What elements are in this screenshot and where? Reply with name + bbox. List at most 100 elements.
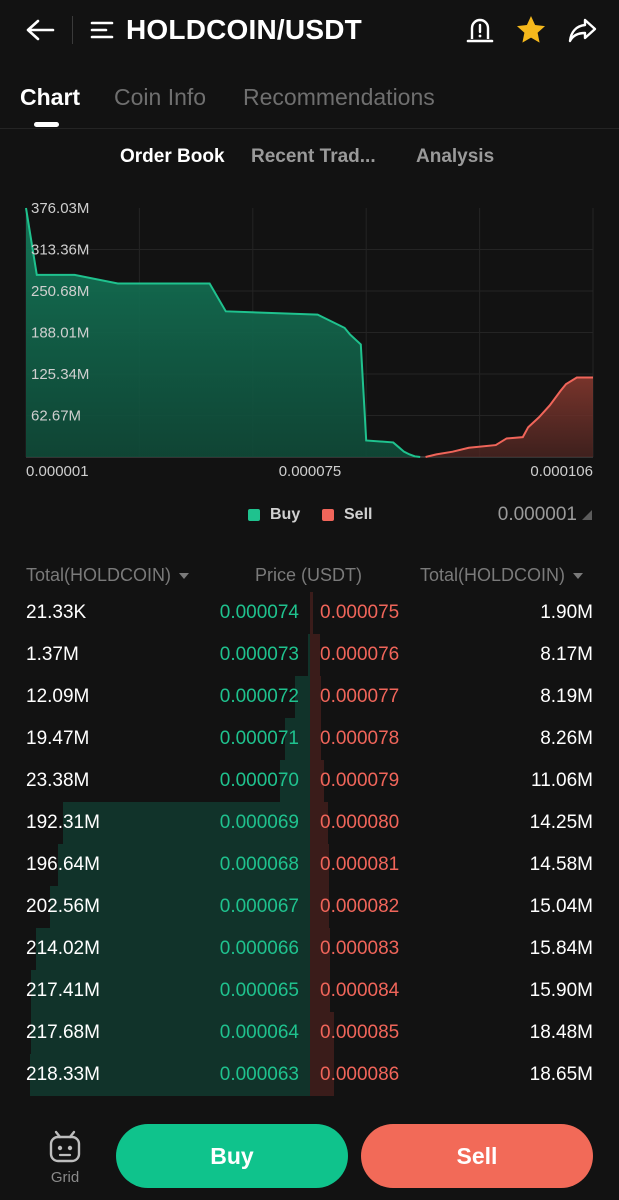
ask-qty-cell: 8.26M xyxy=(540,728,593,749)
ask-depth-bar xyxy=(310,634,321,676)
y-tick-label: 313.36M xyxy=(31,241,89,258)
price-header: Price (USDT) xyxy=(255,565,362,585)
ask-price-cell: 0.000079 xyxy=(320,770,400,791)
caret-down-icon xyxy=(582,510,592,520)
header-bar: HOLDCOIN/USDT xyxy=(0,0,619,60)
x-tick-label: 0.000075 xyxy=(279,463,342,480)
buy-legend-swatch xyxy=(248,509,260,521)
ask-price-cell: 0.000075 xyxy=(320,602,400,623)
order-book-row[interactable]: 217.68M 0.000064 0.000085 18.48M xyxy=(0,1012,619,1054)
ask-price-cell: 0.000077 xyxy=(320,686,400,707)
order-book-row[interactable]: 21.33K 0.000074 0.000075 1.90M xyxy=(0,592,619,634)
ask-price-cell: 0.000080 xyxy=(320,812,400,833)
bid-price-cell: 0.000065 xyxy=(219,980,299,1001)
tabs-divider xyxy=(0,128,619,129)
bid-qty-cell: 218.33M xyxy=(26,1064,100,1085)
order-book-row[interactable]: 1.37M 0.000073 0.000076 8.17M xyxy=(0,634,619,676)
pair-title[interactable]: HOLDCOIN/USDT xyxy=(126,12,362,48)
ask-price-cell: 0.000083 xyxy=(320,938,400,959)
ask-qty-cell: 14.58M xyxy=(529,854,593,875)
x-axis-labels: 0.000001 0.000075 0.000106 xyxy=(26,463,593,480)
tab-recommendations[interactable]: Recommendations xyxy=(243,82,435,112)
ask-qty-cell: 8.17M xyxy=(540,644,593,665)
bid-price-cell: 0.000063 xyxy=(219,1064,299,1085)
order-book-row[interactable]: 202.56M 0.000067 0.000082 15.04M xyxy=(0,886,619,928)
depth-chart[interactable]: 376.03M 313.36M 250.68M 188.01M 125.34M 62.67… xyxy=(0,200,619,490)
chart-legend: Buy Sell 0.000001 xyxy=(0,500,619,530)
ask-qty-cell: 11.06M xyxy=(531,770,593,791)
back-arrow-icon[interactable] xyxy=(22,12,58,48)
ask-qty-cell: 15.84M xyxy=(529,938,593,959)
order-book-row[interactable]: 196.64M 0.000068 0.000081 14.58M xyxy=(0,844,619,886)
buy-button[interactable]: Buy xyxy=(116,1124,348,1188)
price-alert-icon[interactable] xyxy=(462,12,498,48)
bid-qty-cell: 196.64M xyxy=(26,854,100,875)
caret-down-icon xyxy=(573,573,584,580)
subtab-recent-trades[interactable]: Recent Trad... xyxy=(251,144,376,170)
bid-price-cell: 0.000074 xyxy=(219,602,299,623)
ask-qty-cell: 14.25M xyxy=(529,812,593,833)
ask-price-cell: 0.000085 xyxy=(320,1022,400,1043)
order-book-row[interactable]: 12.09M 0.000072 0.000077 8.19M xyxy=(0,676,619,718)
order-book-row[interactable]: 214.02M 0.000066 0.000083 15.84M xyxy=(0,928,619,970)
y-tick-label: 250.68M xyxy=(31,283,89,300)
bid-price-cell: 0.000071 xyxy=(219,728,299,749)
ask-qty-cell: 18.48M xyxy=(529,1022,593,1043)
ask-qty-cell: 15.90M xyxy=(529,980,593,1001)
bid-price-cell: 0.000072 xyxy=(219,686,299,707)
bid-price-cell: 0.000068 xyxy=(219,854,299,875)
bid-qty-cell: 23.38M xyxy=(26,770,90,791)
subtab-analysis[interactable]: Analysis xyxy=(416,144,494,170)
ask-price-cell: 0.000082 xyxy=(320,896,400,917)
order-book-row[interactable]: 192.31M 0.000069 0.000080 14.25M xyxy=(0,802,619,844)
order-book-row[interactable]: 217.41M 0.000065 0.000084 15.90M xyxy=(0,970,619,1012)
bid-qty-cell: 12.09M xyxy=(26,686,90,707)
subtab-order-book[interactable]: Order Book xyxy=(120,144,225,170)
ask-price-cell: 0.000084 xyxy=(320,980,400,1001)
ask-qty-cell: 1.90M xyxy=(540,602,593,623)
tab-chart[interactable]: Chart xyxy=(20,82,80,112)
sell-legend-swatch xyxy=(322,509,334,521)
ask-qty-cell: 15.04M xyxy=(529,896,593,917)
bid-qty-cell: 217.68M xyxy=(26,1022,100,1043)
bid-price-cell: 0.000067 xyxy=(219,896,299,917)
order-book-rows: 21.33K 0.000074 0.000075 1.90M 1.37M 0.000073… xyxy=(0,592,619,1104)
menu-list-icon[interactable] xyxy=(84,12,120,48)
y-tick-label: 188.01M xyxy=(31,325,89,342)
ask-total-header[interactable]: Total(HOLDCOIN) xyxy=(420,563,584,587)
bid-qty-cell: 217.41M xyxy=(26,980,100,1001)
sell-legend-label: Sell xyxy=(344,506,373,523)
ask-qty-cell: 18.65M xyxy=(529,1064,593,1085)
header-divider xyxy=(72,16,73,44)
tab-coin-info[interactable]: Coin Info xyxy=(114,82,206,112)
robot-icon xyxy=(49,1130,81,1163)
share-icon[interactable] xyxy=(565,12,601,48)
y-tick-label: 376.03M xyxy=(31,200,89,217)
active-tab-indicator xyxy=(34,122,59,127)
bid-price-cell: 0.000069 xyxy=(219,812,299,833)
sell-button[interactable]: Sell xyxy=(361,1124,593,1188)
sell-depth-area xyxy=(425,377,593,457)
bid-price-cell: 0.000073 xyxy=(219,644,299,665)
bid-qty-cell: 202.56M xyxy=(26,896,100,917)
y-tick-label: 125.34M xyxy=(31,366,89,383)
order-book-row[interactable]: 19.47M 0.000071 0.000078 8.26M xyxy=(0,718,619,760)
favorite-star-icon[interactable] xyxy=(513,12,549,48)
bid-qty-cell: 192.31M xyxy=(26,812,100,833)
bid-qty-cell: 1.37M xyxy=(26,644,79,665)
order-book-row[interactable]: 218.33M 0.000063 0.000086 18.65M xyxy=(0,1054,619,1096)
bid-qty-cell: 19.47M xyxy=(26,728,90,749)
ask-qty-cell: 8.19M xyxy=(540,686,593,707)
order-book-row[interactable]: 23.38M 0.000070 0.000079 11.06M xyxy=(0,760,619,802)
caret-down-icon xyxy=(179,573,190,580)
bottom-action-bar: Grid Buy Sell xyxy=(0,1108,619,1200)
buy-legend-label: Buy xyxy=(270,506,301,523)
bid-price-cell: 0.000066 xyxy=(219,938,299,959)
bid-price-cell: 0.000070 xyxy=(219,770,299,791)
grid-label: Grid xyxy=(50,1169,80,1186)
bid-qty-cell: 214.02M xyxy=(26,938,100,959)
x-tick-label: 0.000106 xyxy=(530,463,593,480)
price-precision-selector[interactable]: 0.000001 xyxy=(498,503,577,527)
grid-bot-button[interactable]: Grid xyxy=(36,1128,94,1192)
bid-total-header[interactable]: Total(HOLDCOIN) xyxy=(26,563,190,587)
